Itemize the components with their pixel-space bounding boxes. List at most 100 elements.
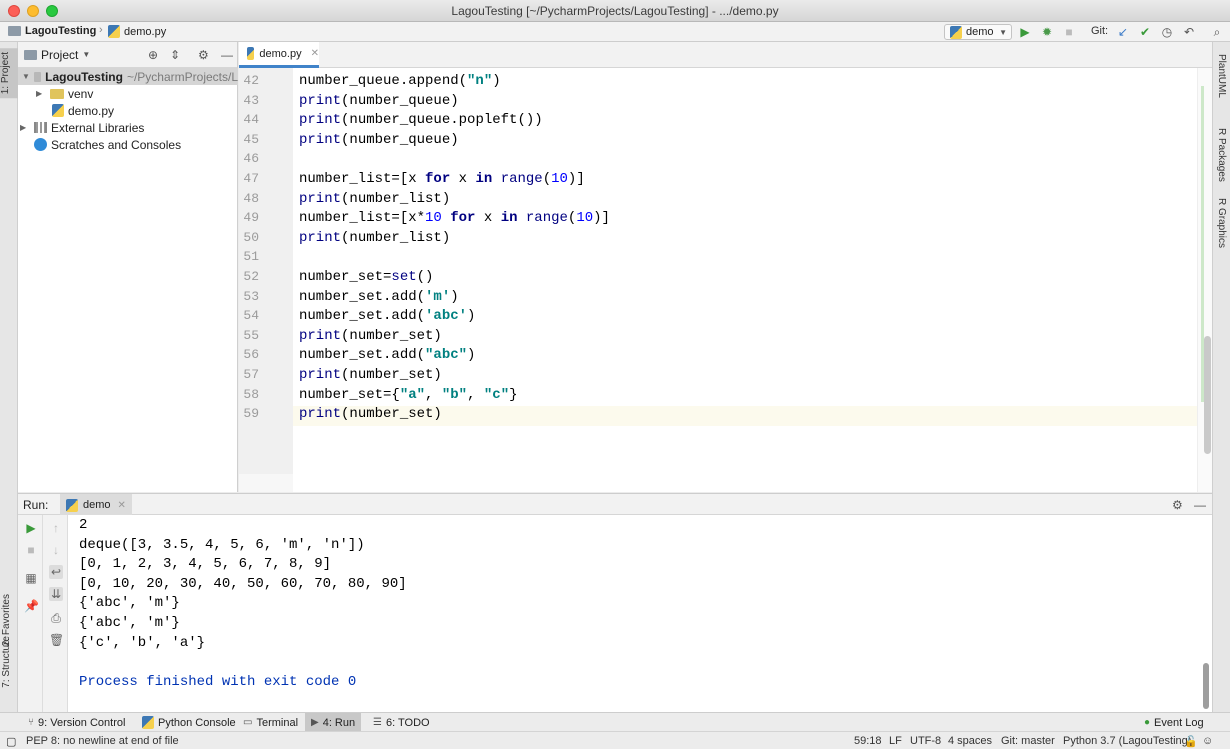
rerun-icon[interactable]: ▶ [24,521,38,535]
run-config-select[interactable]: demo ▼ [944,24,1012,40]
editor-scrollbar[interactable] [1197,68,1212,492]
event-log-icon: ● [1144,717,1151,728]
chevron-right-icon: ▶ [36,89,43,98]
indent-setting[interactable]: 4 spaces [948,735,992,747]
code-line[interactable]: number_list=[x*10 for x in range(10)] [299,210,610,229]
locate-icon[interactable]: ⊕ [148,48,158,62]
line-number: 57 [243,367,259,382]
project-panel-header: Project ▼ ⊕ ⇕ ⚙ — [18,42,237,68]
tab-terminal[interactable]: ▭ Terminal [237,713,304,732]
stop-icon[interactable]: ■ [24,543,38,557]
tab-r-graphics[interactable]: R Graphics [1216,198,1227,248]
code-line[interactable]: number_set.add('m') [299,289,459,308]
stop-icon[interactable]: ■ [1062,25,1076,39]
pin-icon[interactable]: 📌 [24,599,39,613]
layout-icon[interactable]: ▦ [24,571,38,585]
tree-item-scratches[interactable]: Scratches and Consoles [34,136,181,153]
code-line[interactable]: print(number_set) [299,406,442,425]
python-file-icon [66,498,78,512]
git-update-icon[interactable]: ↙ [1116,25,1130,39]
tab-python-console[interactable]: Python Console [136,713,242,732]
line-number: 54 [243,308,259,324]
line-separator[interactable]: LF [889,735,902,747]
up-arrow-icon[interactable]: ↑ [49,521,63,535]
file-encoding[interactable]: UTF-8 [910,735,941,747]
close-tab-icon[interactable]: ✕ [311,48,319,59]
left-tool-stripe: 1: Project 2: Favorites 7: Structure [0,42,18,712]
folder-icon [33,71,42,82]
console-scroll-thumb[interactable] [1203,663,1209,709]
gear-icon[interactable]: ⚙ [198,48,209,62]
tree-item-external-libraries[interactable]: ▶ External Libraries [20,119,144,136]
line-number: 48 [243,190,259,206]
tab-run[interactable]: ▶ 4: Run [305,713,362,732]
tree-item-venv[interactable]: ▶ venv [36,85,93,102]
line-number-gutter: 42 43 44 45 46 47 48 49 50 51 52 53 54 55 56 57 58 59 [239,68,293,492]
line-number: 50 [243,229,259,245]
collapse-icon[interactable]: ⇕ [170,48,180,62]
tab-project[interactable]: 1: Project [0,48,18,99]
code-editor-empty[interactable] [293,474,1197,492]
line-number: 56 [243,347,259,363]
down-arrow-icon[interactable]: ↓ [49,543,63,557]
soft-wrap-icon[interactable]: ↩ [49,565,63,579]
code-line[interactable]: number_queue.append("n") [299,73,501,92]
line-number: 44 [243,112,259,128]
history-icon[interactable]: ◷ [1160,25,1174,39]
tab-todo[interactable]: ☰ 6: TODO [367,713,436,732]
todo-icon: ☰ [373,717,382,728]
git-commit-icon[interactable]: ✔ [1138,25,1152,39]
run-tab-demo[interactable]: demo ✕ [60,494,132,516]
line-number: 52 [243,269,259,284]
code-line[interactable]: print(number_queue) [299,132,459,151]
code-line[interactable]: number_list=[x for x in range(10)] [299,171,585,190]
tree-item-demo-py[interactable]: demo.py [52,102,114,119]
close-tab-icon[interactable]: ✕ [118,500,126,511]
search-icon[interactable]: ⌕ [1210,25,1224,39]
run-console-output[interactable]: 2 deque([3, 3.5, 4, 5, 6, 'm', 'n']) [0, 1… [68,515,1212,712]
hide-icon[interactable]: — [221,48,233,62]
code-line[interactable]: number_set={"a", "b", "c"} [299,387,518,406]
tab-version-control[interactable]: ⑂ 9: Version Control [22,713,131,732]
code-line[interactable]: print(number_set) [299,367,442,386]
code-line[interactable]: print(number_queue.popleft()) [299,112,543,131]
gear-icon[interactable]: ⚙ [1172,498,1183,512]
library-icon [34,122,47,133]
tab-demo-py[interactable]: demo.py ✕ [239,42,319,68]
event-log-button[interactable]: ● Event Log [1138,713,1210,732]
code-line[interactable]: print(number_list) [299,230,450,249]
folder-icon [24,49,37,60]
caret-position[interactable]: 59:18 [854,735,882,747]
code-line[interactable]: print(number_list) [299,191,450,210]
breadcrumb-project[interactable]: LagouTesting [8,25,96,37]
breadcrumb-file[interactable]: demo.py [108,25,166,38]
code-line[interactable]: print(number_queue) [299,93,459,112]
inspector-icon[interactable]: ☺ [1202,735,1213,747]
code-line[interactable]: print(number_set) [299,328,442,347]
python-interpreter[interactable]: Python 3.7 (LagouTesting) [1063,735,1191,747]
debug-icon[interactable]: ✹ [1040,25,1054,39]
tab-r-packages[interactable]: R Packages [1216,128,1227,182]
trash-icon[interactable]: 🗑 [49,633,64,647]
editor-scroll-thumb[interactable] [1204,336,1211,454]
tab-plantuml[interactable]: PlantUML [1216,54,1227,98]
chevron-down-icon[interactable]: ▼ [82,50,90,59]
print-icon[interactable]: ⎙ [49,611,63,625]
revert-icon[interactable]: ↶ [1182,25,1196,39]
project-view-select[interactable]: Project [41,48,78,62]
git-branch[interactable]: Git: master [1001,735,1055,747]
code-editor[interactable]: number_queue.append("n") print(number_que… [293,68,1197,474]
tab-structure[interactable]: 7: Structure [1,636,12,688]
code-line[interactable]: number_set=set() [299,269,433,288]
tree-root-lagoutesting[interactable]: ▼ LagouTesting ~/PycharmProjects/L [18,68,238,85]
scroll-to-end-icon[interactable]: ⇊ [49,587,63,601]
toggle-tool-windows-icon[interactable]: ▢ [6,735,16,748]
run-icon[interactable]: ▶ [1018,25,1032,39]
line-number: 42 [243,73,259,88]
code-line[interactable]: number_set.add('abc') [299,308,475,327]
line-number: 59 [243,406,259,422]
hide-icon[interactable]: — [1194,498,1206,512]
code-line[interactable]: number_set.add("abc") [299,347,475,366]
line-number: 45 [243,131,259,147]
lock-icon[interactable]: 🔓 [1184,735,1198,748]
